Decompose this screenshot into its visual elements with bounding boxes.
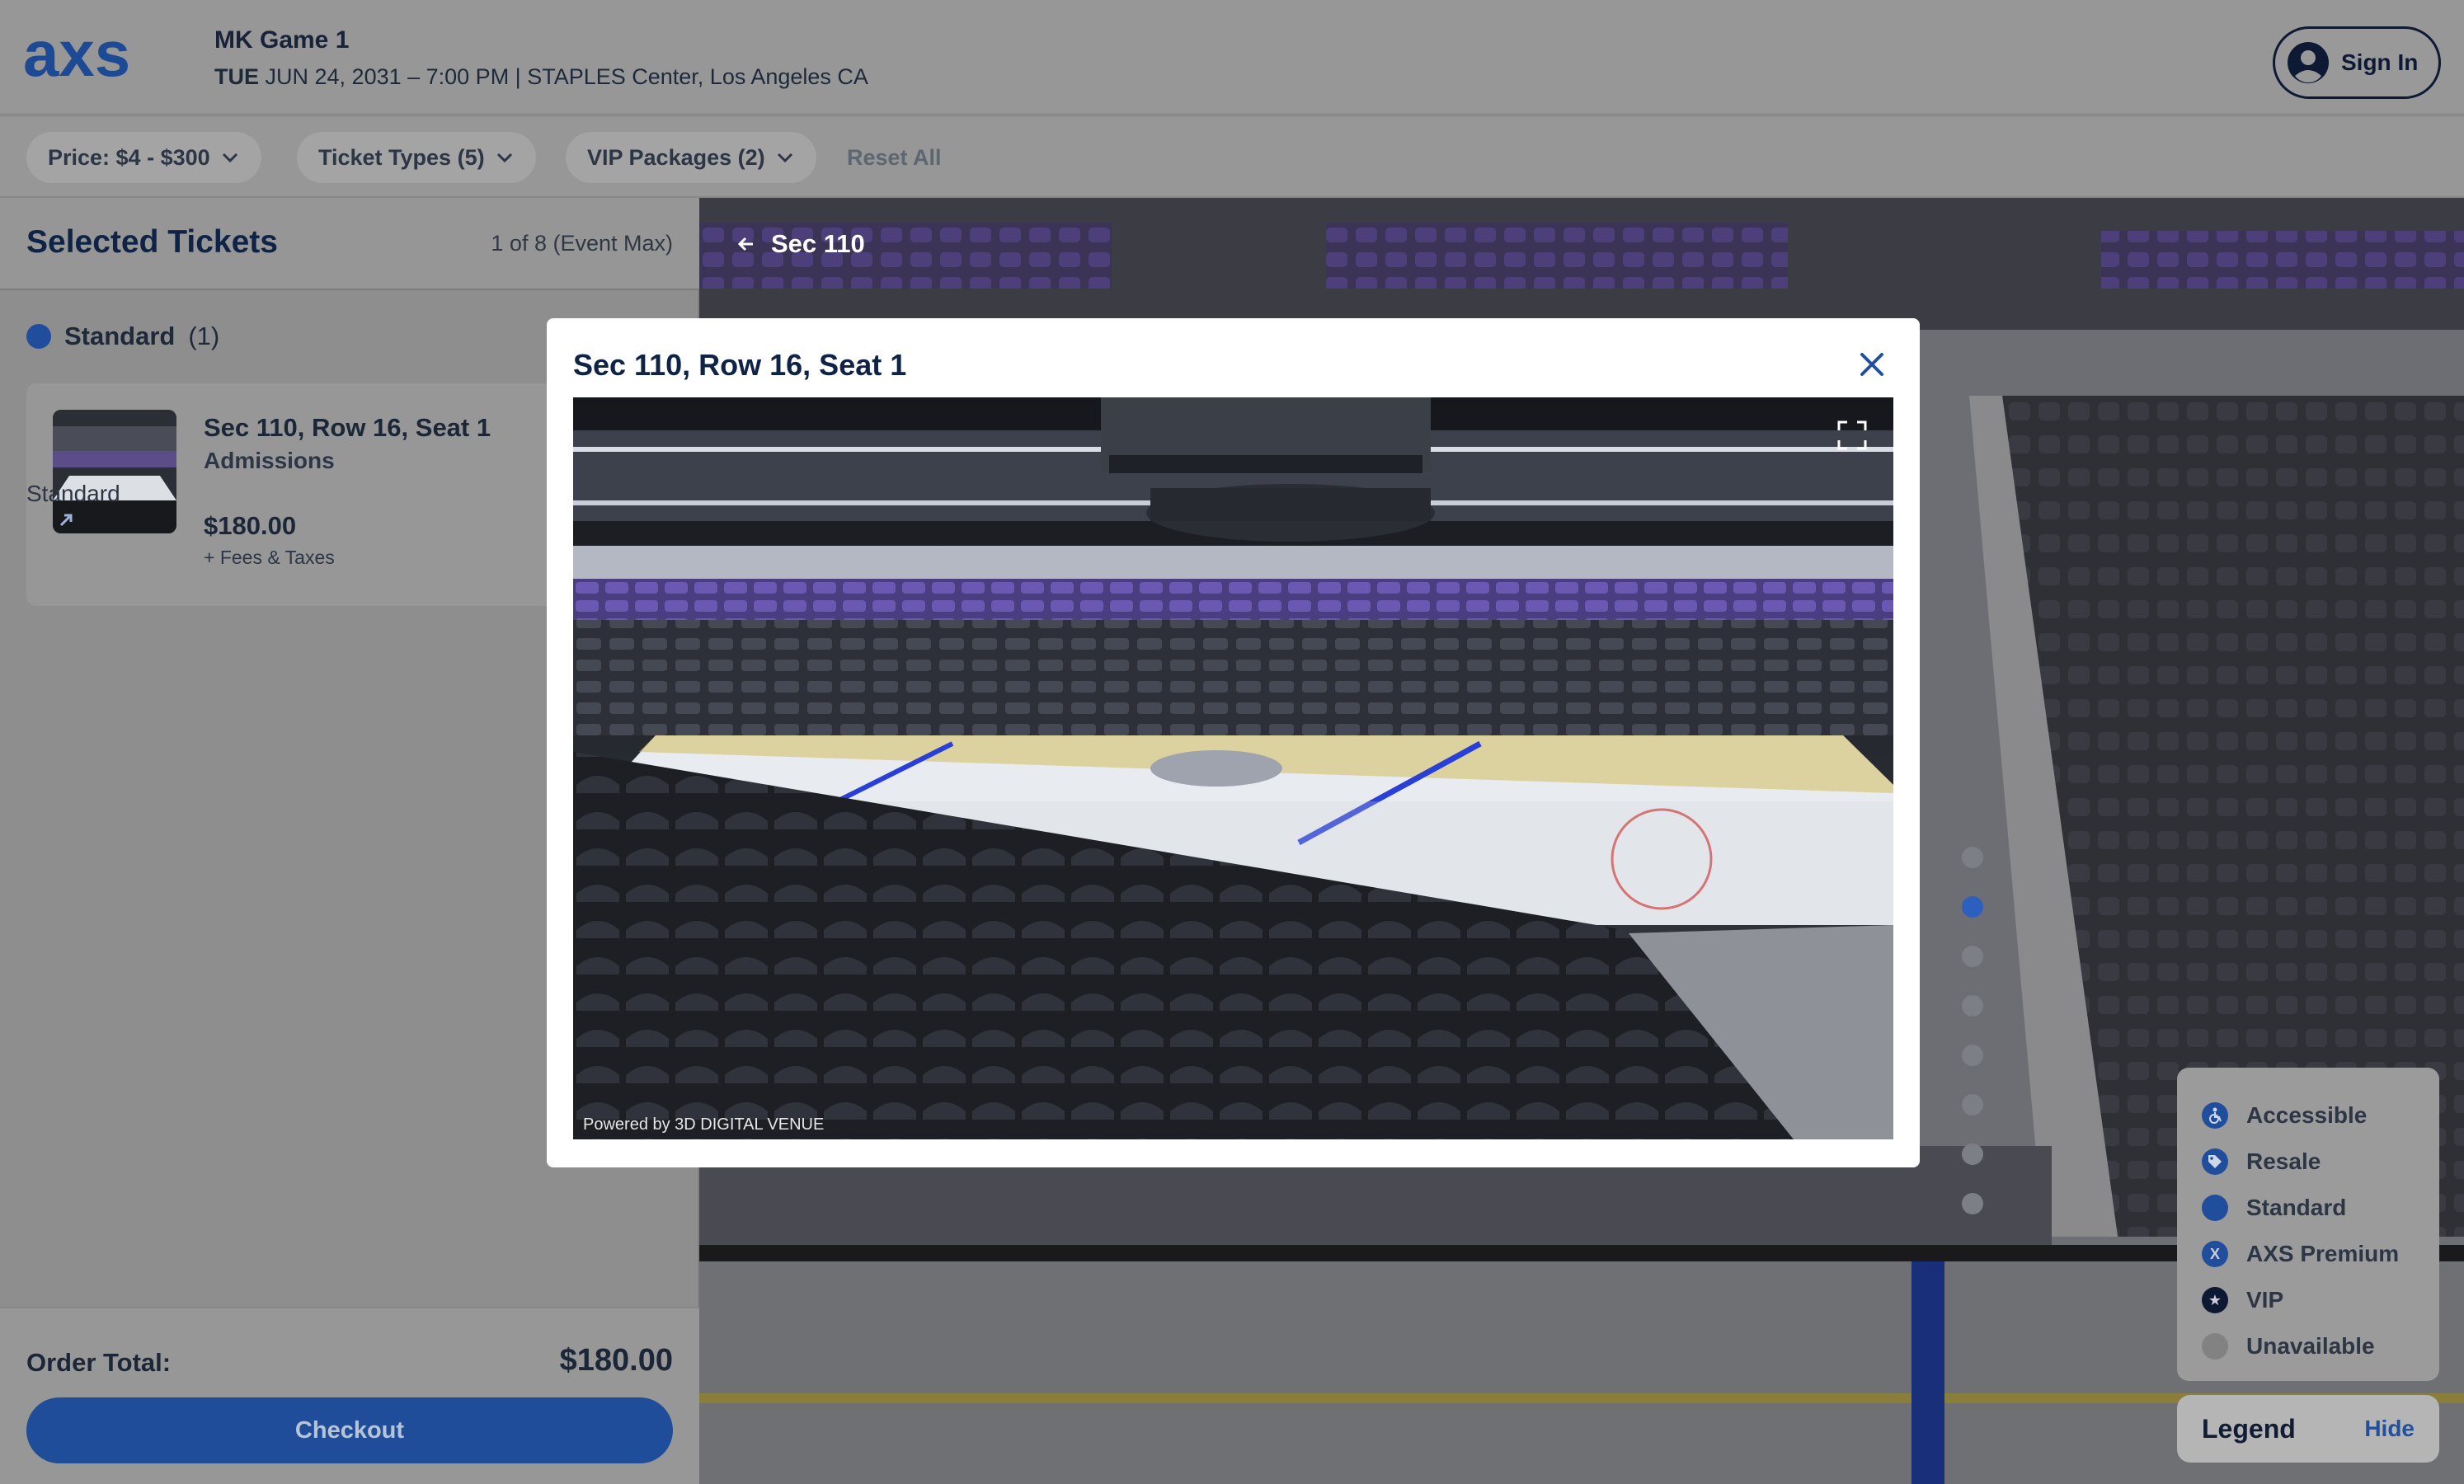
seat-view-image[interactable]: Powered by 3D DIGITAL VENUE [573,397,1893,1139]
reset-all-button[interactable]: Reset All [847,145,942,171]
arena-thumbnail-image [53,410,176,533]
seat-view-thumbnail[interactable] [53,410,176,533]
sign-in-label: Sign In [2341,49,2419,75]
event-details: TUE JUN 24, 2031 – 7:00 PM | STAPLES Cen… [214,64,868,90]
seat-dot[interactable] [1962,1193,1983,1214]
powered-by-label: Powered by 3D DIGITAL VENUE [583,1115,824,1134]
arrow-left-icon [737,237,753,251]
ticket-admission: Admissions [204,448,335,473]
legend-label: Standard [2246,1195,2347,1220]
hide-legend-button[interactable]: Hide [2364,1416,2415,1442]
accessible-icon [2202,1102,2228,1129]
ticket-types-label: Ticket Types (5) [318,144,485,170]
modal-title: Sec 110, Row 16, Seat 1 [573,348,907,382]
legend-axs-premium: X AXS Premium [2202,1231,2439,1277]
order-total-label: Order Total: [26,1348,172,1377]
seat-dot[interactable] [1962,847,1983,868]
event-day: TUE [214,64,259,89]
standard-dot-icon [2202,1195,2228,1221]
svg-text:axs: axs [23,25,130,90]
seat-dot[interactable] [1962,1094,1983,1115]
seat-dot[interactable] [1962,1144,1983,1165]
legend-label: Accessible [2246,1102,2368,1128]
selected-tickets-header: Selected Tickets 1 of 8 (Event Max) [0,198,699,290]
axs-premium-x-icon: X [2202,1241,2228,1267]
seat-view-modal: Sec 110, Row 16, Seat 1 Powered by 3D DI… [547,318,1920,1167]
user-avatar-icon [2288,42,2329,83]
order-total-value: $180.00 [559,1343,673,1378]
header: axs MK Game 1 TUE JUN 24, 2031 – 7:00 PM… [0,0,2464,115]
seat-dot[interactable] [1962,896,1983,918]
standard-group: Standard (1) [26,322,219,351]
close-icon[interactable] [1855,348,1888,381]
legend-toggle: Legend Hide [2177,1395,2439,1463]
legend-standard: Standard [2202,1185,2439,1231]
ticket-types-filter[interactable]: Ticket Types (5) [297,132,536,183]
legend-title: Legend [2202,1413,2296,1444]
expand-icon[interactable] [1834,417,1870,453]
chevron-down-icon [496,153,512,163]
price-filter[interactable]: Price: $4 - $300 [26,132,261,183]
legend-vip: ★ VIP [2202,1277,2439,1323]
selected-tickets-title: Selected Tickets [26,224,278,260]
sign-in-button[interactable]: Sign In [2273,26,2441,99]
filter-bar: Price: $4 - $300 Ticket Types (5) VIP Pa… [0,117,2464,198]
legend-label: Resale [2246,1148,2321,1174]
seat-view-render: Powered by 3D DIGITAL VENUE [573,397,1893,1139]
standard-dot-icon [26,324,51,349]
ticket-type: Standard [26,481,120,506]
checkout-button[interactable]: Checkout [26,1397,673,1463]
chevron-down-icon [777,153,792,163]
chevron-down-icon [222,153,237,163]
seat-dot[interactable] [1962,995,1983,1017]
standard-group-label: Standard [64,322,176,350]
standard-group-count: (1) [188,322,220,350]
legend-unavailable: Unavailable [2202,1323,2439,1369]
seat-dot[interactable] [1962,1045,1983,1066]
seat-dot[interactable] [1962,946,1983,967]
ticket-title: Sec 110, Row 16, Seat 1 [204,413,491,442]
legend-panel: Accessible Resale Standard X AXS Premium… [2177,1068,2439,1381]
legend-label: VIP [2246,1287,2284,1313]
vip-star-icon: ★ [2202,1287,2228,1313]
ticket-price: $180.00 [204,511,297,540]
event-title: MK Game 1 [214,26,350,54]
unavailable-dot-icon [2202,1333,2228,1360]
price-filter-label: Price: $4 - $300 [48,144,210,170]
legend-resale: Resale [2202,1139,2439,1185]
axs-logo[interactable]: axs [23,25,147,91]
legend-label: AXS Premium [2246,1241,2400,1266]
section-label: Sec 110 [771,229,865,258]
legend-accessible: Accessible [2202,1092,2439,1139]
event-date-venue: JUN 24, 2031 – 7:00 PM | STAPLES Center,… [265,64,868,89]
legend-label: Unavailable [2246,1333,2375,1359]
vip-packages-filter[interactable]: VIP Packages (2) [566,132,816,183]
vip-packages-label: VIP Packages (2) [587,144,765,170]
event-max-count: 1 of 8 (Event Max) [491,231,673,256]
ticket-fees-note: + Fees & Taxes [204,547,335,568]
resale-tag-icon [2202,1148,2228,1175]
order-summary: Order Total: $180.00 Checkout [0,1307,699,1484]
back-to-section-button[interactable]: Sec 110 [736,229,865,259]
